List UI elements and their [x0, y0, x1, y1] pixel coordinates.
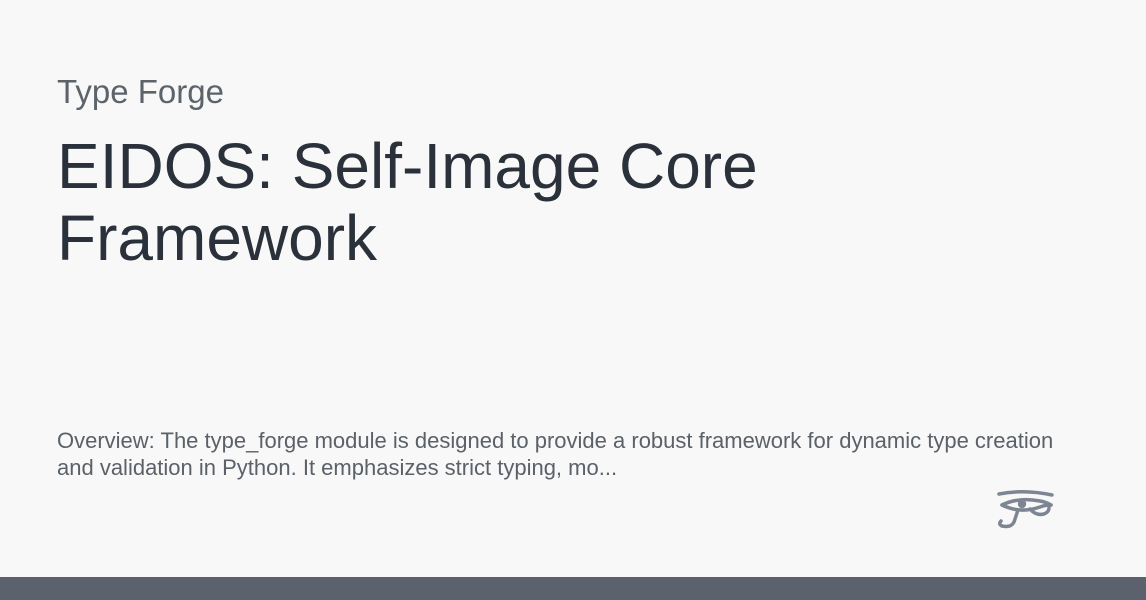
bottom-bar [0, 577, 1146, 600]
site-name: Type Forge [57, 73, 224, 110]
eye-of-horus-icon [996, 488, 1056, 532]
social-preview-card: Type Forge EIDOS: Self-Image Core Framew… [0, 0, 1146, 600]
page-description: Overview: The type_forge module is desig… [57, 428, 1054, 480]
page-title: EIDOS: Self-Image Core Framework [57, 130, 758, 274]
